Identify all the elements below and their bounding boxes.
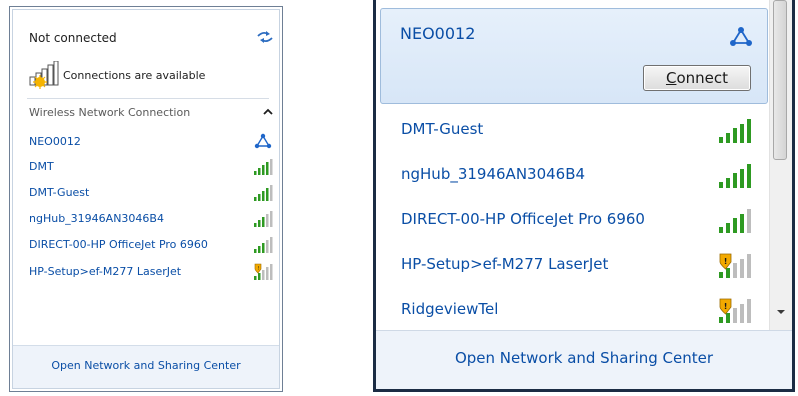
selected-network-item[interactable]: NEO0012 Connect (380, 8, 768, 104)
network-item[interactable]: DMT (23, 156, 275, 178)
network-connect-icon (254, 133, 272, 149)
network-item[interactable]: RidgeviewTel ! (380, 290, 768, 330)
signal-bars-icon (254, 211, 273, 227)
network-item[interactable]: HP-Setup>ef-M277 LaserJet ! (23, 261, 275, 283)
network-item[interactable]: DMT-Guest (380, 110, 768, 150)
scroll-down-arrow-icon[interactable] (776, 308, 786, 316)
signal-bars-icon (719, 119, 751, 143)
svg-text:!: ! (724, 257, 728, 266)
section-title: Wireless Network Connection (29, 106, 191, 119)
wireless-available-icon (29, 61, 59, 89)
network-sharing-center-link[interactable]: Open Network and Sharing Center (376, 349, 792, 367)
signal-bars-icon (254, 237, 273, 253)
secured-signal-icon: ! (719, 253, 751, 278)
network-connect-icon (730, 27, 752, 46)
network-name: DIRECT-00-HP OfficeJet Pro 6960 (401, 210, 645, 228)
vertical-scrollbar[interactable] (769, 0, 792, 330)
connection-status: Not connected (29, 31, 117, 45)
signal-bars-icon (719, 209, 751, 233)
signal-bars-icon (254, 159, 273, 175)
secured-signal-icon: ! (254, 263, 273, 280)
secured-signal-icon: ! (719, 298, 751, 323)
section-divider (27, 98, 269, 99)
network-name: RidgeviewTel (401, 300, 499, 318)
network-name: DMT-Guest (401, 120, 484, 138)
network-item[interactable]: DIRECT-00-HP OfficeJet Pro 6960 (23, 234, 275, 256)
footer: Open Network and Sharing Center (376, 330, 792, 389)
network-name: DMT-Guest (29, 186, 90, 199)
svg-text:!: ! (257, 266, 259, 272)
connect-button[interactable]: Connect (643, 65, 751, 91)
network-name: HP-Setup>ef-M277 LaserJet (29, 265, 182, 278)
svg-text:!: ! (724, 302, 728, 311)
network-name: NEO0012 (29, 135, 81, 148)
network-item[interactable]: DMT-Guest (23, 182, 275, 204)
network-name: DIRECT-00-HP OfficeJet Pro 6960 (29, 238, 208, 251)
network-item[interactable]: HP-Setup>ef-M277 LaserJet ! (380, 245, 768, 285)
network-name: HP-Setup>ef-M277 LaserJet (401, 255, 609, 273)
refresh-networks-icon[interactable] (256, 30, 274, 44)
network-sharing-center-link[interactable]: Open Network and Sharing Center (13, 359, 279, 372)
network-name: NEO0012 (400, 24, 476, 43)
scrollbar-thumb[interactable] (773, 0, 787, 160)
network-list: NEO0012 Connect DMT-Guest ngHub_31946AN3… (380, 0, 770, 330)
chevron-up-icon[interactable] (263, 108, 273, 116)
network-flyout-small: Not connected Connections are available … (9, 6, 283, 392)
network-item[interactable]: ngHub_31946AN3046B4 (23, 208, 275, 230)
network-name: ngHub_31946AN3046B4 (401, 165, 586, 183)
network-item[interactable]: ngHub_31946AN3046B4 (380, 155, 768, 195)
signal-bars-icon (254, 185, 273, 201)
network-name: DMT (29, 160, 54, 173)
connections-available-text: Connections are available (63, 69, 206, 82)
network-name: ngHub_31946AN3046B4 (29, 212, 164, 225)
network-item[interactable]: NEO0012 (23, 131, 275, 153)
network-item[interactable]: DIRECT-00-HP OfficeJet Pro 6960 (380, 200, 768, 240)
footer: Open Network and Sharing Center (13, 345, 279, 388)
signal-bars-icon (719, 164, 751, 188)
network-flyout-large: NEO0012 Connect DMT-Guest ngHub_31946AN3… (373, 0, 795, 392)
flyout-inner: Not connected Connections are available … (12, 9, 280, 389)
